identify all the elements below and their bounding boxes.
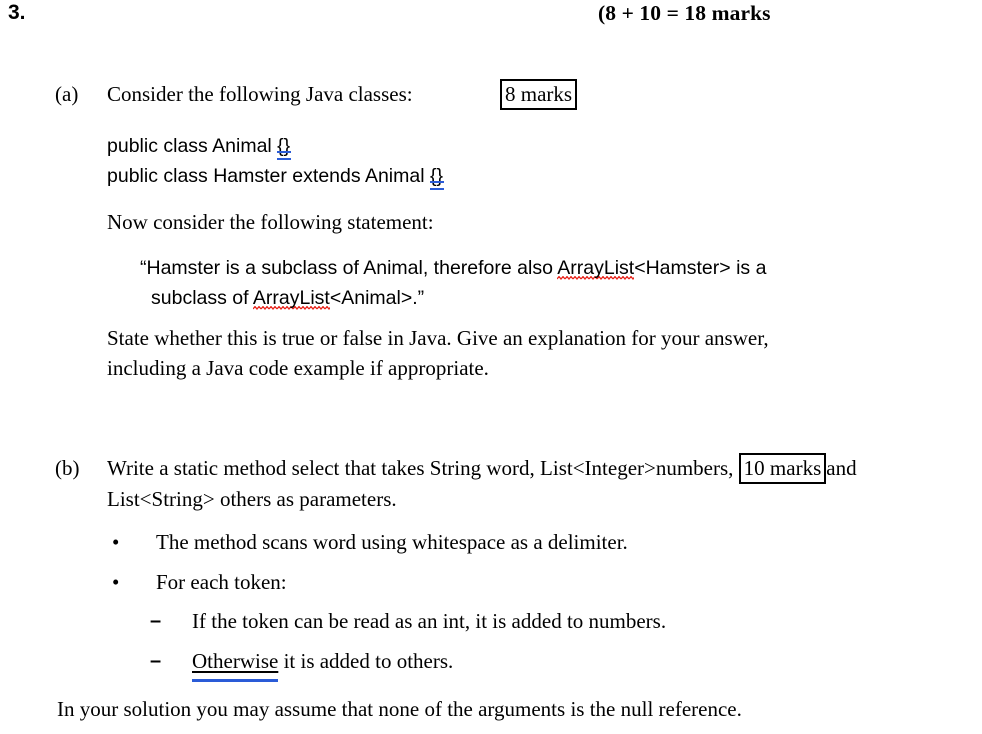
- quote-text: subclass of: [151, 287, 253, 309]
- part-a-instruction: State whether this is true or false in J…: [107, 323, 957, 383]
- code-line-text: public class Animal: [107, 135, 278, 157]
- exam-question-page: 3. (8 + 10 = 18 marks (a) Consider the f…: [0, 0, 982, 734]
- list-item-label: For each token:: [156, 570, 287, 594]
- java-code-block: public class Animal {} public class Hams…: [107, 131, 445, 191]
- part-a-label: (a): [55, 82, 79, 106]
- code-line: public class Animal {}: [107, 131, 443, 161]
- quote-line-1: “Hamster is a subclass of Animal, theref…: [140, 253, 940, 283]
- quote-text: <Animal>.”: [329, 287, 425, 309]
- part-b-bullet-list: • The method scans word using whitespace…: [112, 527, 912, 682]
- question-number: 3.: [8, 1, 26, 24]
- code-braces-grammar-mark: {}: [429, 161, 445, 191]
- part-b-closing-note: In your solution you may assume that non…: [57, 697, 742, 721]
- quoted-statement: “Hamster is a subclass of Animal, theref…: [140, 253, 940, 313]
- quote-line-2: subclass of ArrayList<Animal>.”: [140, 283, 940, 313]
- code-line: public class Hamster extends Animal {}: [107, 161, 445, 191]
- spellcheck-misspelling: ArrayList: [557, 257, 635, 281]
- prompt-text: Write a static method select that takes …: [107, 456, 739, 480]
- dash-marker: –: [150, 650, 162, 672]
- code-braces-grammar-mark: {}: [277, 131, 292, 161]
- part-b-prompt-line-1: Write a static method select that takes …: [107, 453, 967, 484]
- part-b-sub-list: – If the token can be read as an int, it…: [112, 606, 912, 682]
- prompt-text: and: [826, 456, 857, 480]
- code-line-text: public class Hamster extends Animal: [107, 165, 430, 187]
- spellcheck-misspelling: ArrayList: [252, 287, 330, 311]
- marks-box-b: 10 marks: [738, 453, 827, 484]
- bullet-marker: •: [112, 570, 120, 594]
- list-item: • The method scans word using whitespace…: [112, 527, 912, 557]
- sub-list-item-text: it is added to others.: [278, 649, 454, 673]
- instruction-line: State whether this is true or false in J…: [107, 326, 769, 350]
- total-marks-header: (8 + 10 = 18 marks: [598, 1, 771, 25]
- sub-list-item: – Otherwise it is added to others.: [150, 646, 912, 682]
- dash-marker: –: [150, 610, 162, 632]
- part-b-label: (b): [55, 456, 80, 480]
- part-b-body: Write a static method select that takes …: [107, 453, 967, 514]
- instruction-line: including a Java code example if appropr…: [107, 356, 489, 380]
- part-a-lead-in: Now consider the following statement:: [107, 210, 434, 234]
- marks-box-a: 8 marks: [500, 79, 578, 110]
- bullet-marker: •: [112, 530, 120, 554]
- sub-list-item: – If the token can be read as an int, it…: [150, 606, 912, 636]
- list-item: • For each token:: [112, 567, 912, 597]
- part-b-prompt-line-2: List<String> others as parameters.: [107, 487, 397, 511]
- quote-text: <Hamster> is a: [634, 257, 767, 279]
- quote-text: “Hamster is a subclass of Animal, theref…: [140, 257, 558, 279]
- grammar-suggestion-mark: Otherwise: [192, 646, 279, 682]
- sub-list-item-label: Otherwise it is added to others.: [150, 646, 454, 682]
- sub-list-item-label: If the token can be read as an int, it i…: [192, 609, 667, 633]
- list-item-label: The method scans word using whitespace a…: [156, 530, 628, 554]
